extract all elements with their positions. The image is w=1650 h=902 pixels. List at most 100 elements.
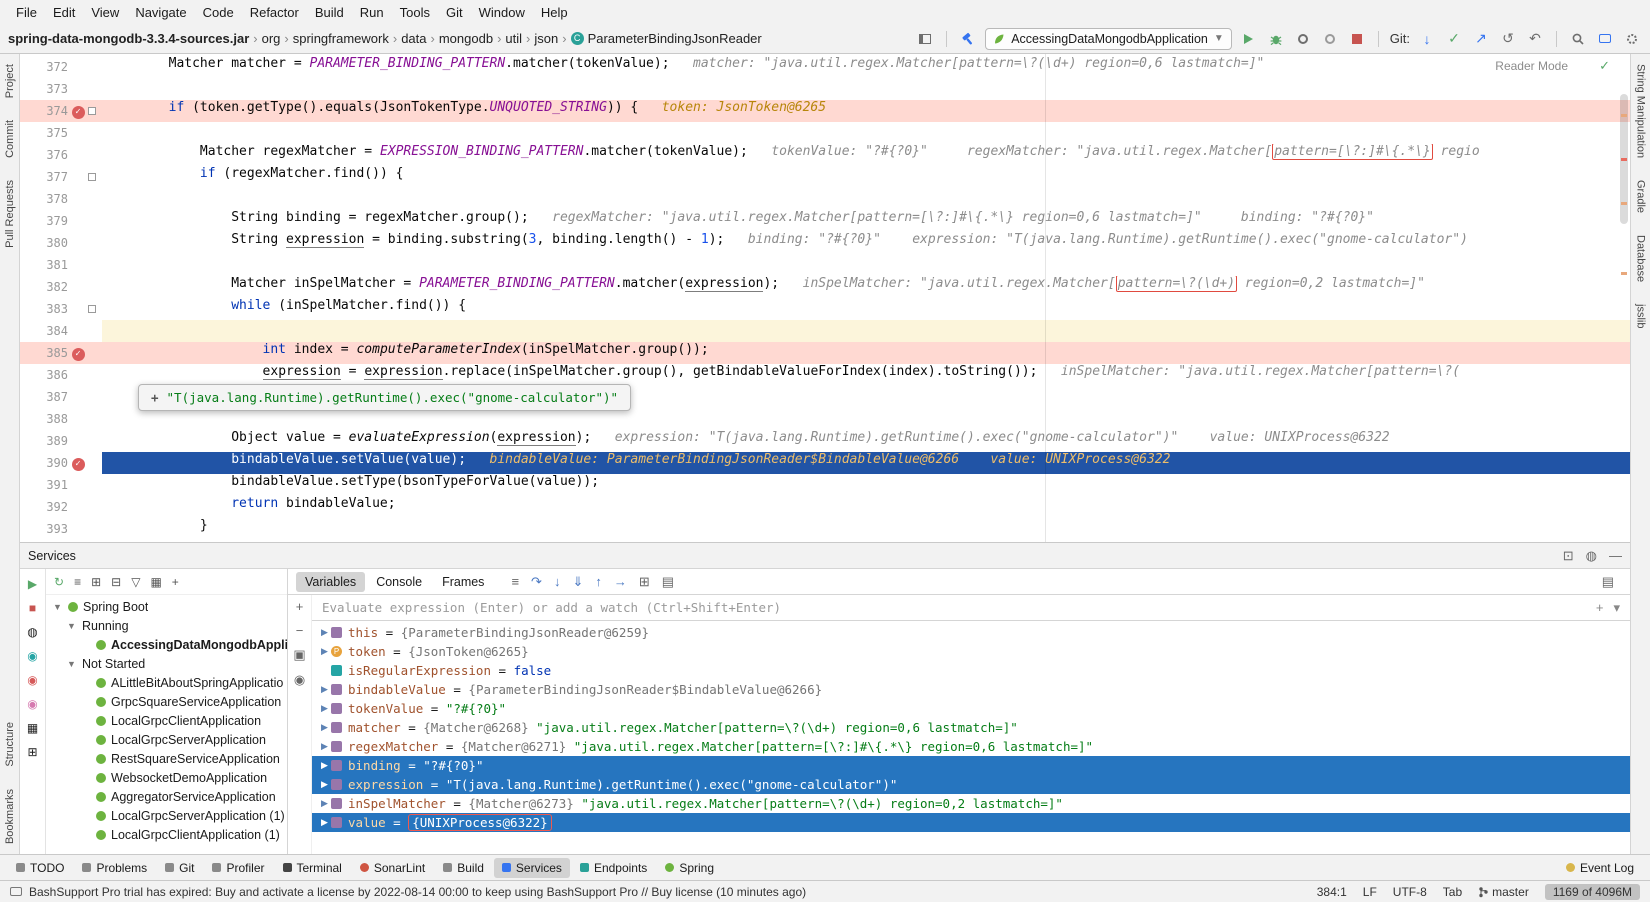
stop-icon[interactable]: ■ (29, 601, 36, 615)
editor-line[interactable]: 383 while (inSpelMatcher.find()) { (20, 298, 1630, 320)
run-to-cursor-icon[interactable]: → (614, 574, 627, 590)
editor-line[interactable]: 376 Matcher regexMatcher = EXPRESSION_BI… (20, 144, 1630, 166)
tree-item[interactable]: LocalGrpcServerApplication (1) (46, 806, 287, 825)
editor-line[interactable]: 380 String expression = binding.substrin… (20, 232, 1630, 254)
step-over-icon[interactable]: ↷ (531, 574, 542, 590)
breadcrumb-item[interactable]: json (534, 31, 558, 46)
build-hammer-icon[interactable] (958, 29, 978, 49)
code-editor[interactable]: 372 Matcher matcher = PARAMETER_BINDING_… (20, 54, 1630, 542)
menu-build[interactable]: Build (307, 3, 352, 22)
breadcrumb-item[interactable]: spring-data-mongodb-3.3.4-sources.jar (8, 31, 249, 46)
add-watch-icon[interactable]: + (151, 390, 159, 405)
profiler-button[interactable] (1320, 29, 1340, 49)
tree-item[interactable]: RestSquareServiceApplication (46, 749, 287, 768)
settings-icon[interactable] (1622, 29, 1642, 49)
tree-item[interactable]: ▼ Not Started (46, 654, 287, 673)
editor-line[interactable]: 390 ✓ bindableValue.setValue(value); bind… (20, 452, 1630, 474)
expand-all-icon[interactable]: ⊞ (91, 575, 101, 589)
show-watches-icon[interactable]: ◉ (294, 672, 305, 688)
line-separator[interactable]: LF (1363, 885, 1377, 899)
tool-stripe-jsslib[interactable]: jsslib (1635, 304, 1647, 328)
indent-style[interactable]: Tab (1443, 885, 1462, 899)
chevron-icon[interactable]: ▶ (318, 741, 331, 752)
menu-help[interactable]: Help (533, 3, 576, 22)
evaluate-input[interactable]: Evaluate expression (Enter) or add a wat… (322, 600, 781, 615)
file-encoding[interactable]: UTF-8 (1393, 885, 1427, 899)
toolwindow-button-eventlog[interactable]: Event Log (1558, 858, 1642, 878)
menu-window[interactable]: Window (471, 3, 533, 22)
breakpoint-icon[interactable]: ✓ (71, 106, 85, 119)
menu-view[interactable]: View (83, 3, 127, 22)
refresh-icon[interactable]: ↻ (54, 575, 64, 589)
tree-item[interactable]: ▼ Running (46, 616, 287, 635)
caret-position[interactable]: 384:1 (1317, 885, 1347, 899)
health-indicator-icon[interactable]: ◉ (27, 649, 37, 663)
status-message[interactable]: BashSupport Pro trial has expired: Buy a… (29, 885, 806, 899)
git-branch[interactable]: master (1478, 885, 1529, 899)
copy-icon[interactable]: ▣ (293, 647, 305, 663)
toolwindow-button-sonarlint[interactable]: SonarLint (352, 858, 433, 878)
inspections-ok-icon[interactable]: ✓ (1599, 58, 1610, 74)
settings-gear-icon[interactable]: ◍ (1586, 548, 1597, 564)
chevron-icon[interactable]: ▼ (52, 602, 63, 612)
editor-line[interactable]: 391 bindableValue.setType(bsonTypeForVal… (20, 474, 1630, 496)
tree-item[interactable]: AggregatorServiceApplication (46, 787, 287, 806)
breadcrumb-item[interactable]: data (401, 31, 426, 46)
chevron-icon[interactable]: ▶ (318, 817, 331, 828)
menu-code[interactable]: Code (195, 3, 242, 22)
menu-tools[interactable]: Tools (392, 3, 438, 22)
editor-line[interactable]: 373 (20, 78, 1630, 100)
tree-item[interactable]: GrpcSquareServiceApplication (46, 692, 287, 711)
toolwindow-button-build[interactable]: Build (435, 858, 492, 878)
endpoints-icon[interactable]: ◉ (27, 673, 37, 687)
breadcrumb-item[interactable]: org (262, 31, 281, 46)
editor-line[interactable]: 381 (20, 254, 1630, 276)
tab-console[interactable]: Console (367, 572, 431, 592)
variable-row[interactable]: ▶ binding = "?#{?0}" (312, 756, 1630, 775)
error-stripe-mark[interactable] (1621, 158, 1627, 161)
menu-navigate[interactable]: Navigate (127, 3, 194, 22)
editor-line[interactable]: 384 (20, 320, 1630, 342)
add-tab-icon[interactable]: ⊞ (27, 745, 37, 759)
chevron-icon[interactable]: ▶ (318, 779, 331, 790)
force-step-into-icon[interactable]: ⇓ (572, 574, 583, 590)
services-header[interactable]: Services ⊡ ◍ — (20, 543, 1630, 569)
editor-line[interactable]: 388 (20, 408, 1630, 430)
chevron-icon[interactable]: ▶ (318, 722, 331, 733)
evaluate-expression-icon[interactable]: ⊞ (639, 574, 650, 590)
tab-variables[interactable]: Variables (296, 571, 366, 592)
editor-line[interactable]: 378 (20, 188, 1630, 210)
breadcrumb-item[interactable]: mongodb (439, 31, 493, 46)
editor-line[interactable]: 372 Matcher matcher = PARAMETER_BINDING_… (20, 56, 1630, 78)
step-out-icon[interactable]: ↑ (595, 574, 602, 590)
toolwindow-button-problems[interactable]: Problems (74, 858, 155, 878)
toolwindow-button-spring[interactable]: Spring (657, 858, 722, 878)
variable-row[interactable]: ▶ inSpelMatcher = {Matcher@6273} "java.ut… (312, 794, 1630, 813)
git-update-icon[interactable]: ↓ (1417, 29, 1437, 49)
chevron-icon[interactable]: ▶ (318, 798, 331, 809)
breakpoint-icon[interactable]: ✓ (71, 458, 85, 471)
warning-stripe-mark[interactable] (1621, 114, 1627, 117)
editor-line[interactable]: 374 ✓ if (token.getType().equals(JsonToke… (20, 100, 1630, 122)
run-icon[interactable]: ▶ (28, 577, 37, 591)
tree-item[interactable]: LocalGrpcClientApplication (46, 711, 287, 730)
collapse-all-icon[interactable]: ⊟ (111, 575, 121, 589)
tree-item[interactable]: ALittleBitAboutSpringApplicatio (46, 673, 287, 692)
filter-icon[interactable]: ▽ (131, 575, 140, 589)
editor-line[interactable]: 375 (20, 122, 1630, 144)
expand-editor-icon[interactable]: ▾ (1613, 600, 1620, 616)
float-window-icon[interactable]: ⊡ (1563, 548, 1574, 564)
variable-row[interactable]: ▶ bindableValue = {ParameterBindingJsonRe… (312, 680, 1630, 699)
coverage-button[interactable] (1293, 29, 1313, 49)
editor-line[interactable]: 385 ✓ int index = computeParameterIndex(i… (20, 342, 1630, 364)
variable-row[interactable]: ▶ tokenValue = "?#{?0}" (312, 699, 1630, 718)
editor-scrollbar[interactable] (1618, 54, 1630, 542)
tool-stripe-database[interactable]: Database (1635, 235, 1647, 282)
evaluate-bar[interactable]: Evaluate expression (Enter) or add a wat… (312, 595, 1630, 621)
tree-item[interactable]: LocalGrpcClientApplication (1) (46, 825, 287, 844)
variable-row[interactable]: ▶ regexMatcher = {Matcher@6271} "java.uti… (312, 737, 1630, 756)
fold-icon[interactable] (88, 173, 96, 181)
grid-view-icon[interactable]: ▦ (27, 721, 38, 735)
chevron-icon[interactable]: ▶ (318, 684, 331, 695)
git-rollback-icon[interactable]: ↶ (1525, 29, 1545, 49)
